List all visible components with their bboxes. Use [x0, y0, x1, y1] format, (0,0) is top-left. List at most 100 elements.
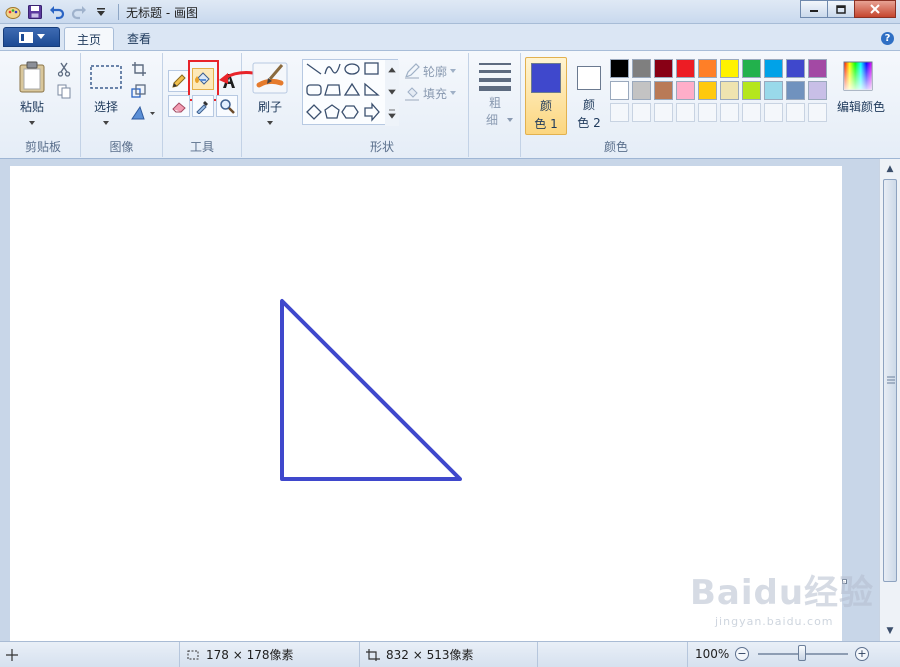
maximize-button[interactable] — [827, 0, 855, 18]
group-tools: 工具 — [163, 53, 254, 157]
palette-swatch[interactable] — [610, 81, 629, 100]
palette-swatch[interactable] — [632, 59, 651, 78]
tab-view[interactable]: 查看 — [115, 27, 163, 50]
edit-colors-button[interactable]: 编辑颜色 — [831, 57, 891, 135]
chevron-down-icon — [507, 118, 513, 122]
pencil-tool[interactable] — [168, 70, 190, 92]
ribbon-home: 粘贴 剪贴板 选择 图像 工具 刷子 轮廓 填充 形状 粗 细 颜 色 1 颜 … — [0, 50, 900, 159]
resize-icon[interactable] — [129, 81, 149, 101]
palette-custom-slot[interactable] — [742, 103, 761, 122]
ribbon-tabs: 主页 查看 ? — [0, 24, 900, 50]
window-controls — [800, 0, 896, 18]
rotate-icon[interactable] — [129, 103, 157, 123]
palette-swatch[interactable] — [808, 81, 827, 100]
select-button[interactable]: 选择 — [85, 55, 127, 133]
palette-custom-slot[interactable] — [764, 103, 783, 122]
palette-custom-slot[interactable] — [632, 103, 651, 122]
paint-app-icon[interactable] — [4, 3, 22, 21]
customize-toolbar-icon[interactable] — [92, 3, 110, 21]
chevron-down-icon — [36, 34, 45, 39]
help-button[interactable]: ? — [881, 32, 894, 45]
chevron-down-icon — [103, 121, 109, 125]
vertical-scrollbar[interactable]: ▲ ▼ — [879, 159, 900, 641]
save-icon[interactable] — [26, 3, 44, 21]
brushes-label: 刷子 — [257, 100, 282, 114]
palette-custom-slot[interactable] — [610, 103, 629, 122]
magnifier-icon — [220, 99, 235, 114]
clipboard-icon — [19, 61, 45, 93]
group-label-colors: 颜色 — [603, 140, 628, 154]
palette-custom-slot[interactable] — [698, 103, 717, 122]
shapes-gallery[interactable] — [302, 59, 399, 126]
zoom-level: 100% — [695, 647, 730, 661]
palette-swatch[interactable] — [676, 59, 695, 78]
group-label-image: 图像 — [109, 140, 134, 154]
brushes-button[interactable]: 刷子 — [248, 55, 292, 133]
paint-menu-button[interactable] — [3, 27, 60, 47]
palette-swatch[interactable] — [654, 59, 673, 78]
cut-icon[interactable] — [54, 59, 74, 79]
menu-icon — [18, 31, 33, 43]
color1-label-top: 颜 — [539, 99, 552, 113]
palette-swatch[interactable] — [764, 59, 783, 78]
palette-swatch[interactable] — [786, 59, 805, 78]
palette-swatch[interactable] — [742, 59, 761, 78]
color2-label-top: 颜 — [582, 98, 595, 112]
palette-swatch[interactable] — [720, 81, 739, 100]
cursor-position-segment — [0, 642, 180, 667]
palette-custom-slot[interactable] — [808, 103, 827, 122]
title-bar: 无标题 - 画图 — [0, 0, 900, 24]
outline-button[interactable]: 轮廓 — [404, 61, 464, 81]
chevron-down-icon — [450, 69, 457, 73]
eraser-tool[interactable] — [168, 95, 190, 117]
palette-swatch[interactable] — [764, 81, 783, 100]
close-button[interactable] — [854, 0, 896, 18]
color-palette — [610, 59, 832, 125]
palette-swatch[interactable] — [720, 59, 739, 78]
palette-swatch[interactable] — [632, 81, 651, 100]
fill-shape-button[interactable]: 填充 — [404, 83, 464, 103]
color2-swatch — [577, 66, 601, 90]
zoom-in-button[interactable]: + — [855, 647, 869, 661]
paste-button[interactable]: 粘贴 — [8, 55, 56, 133]
scroll-down-icon[interactable]: ▼ — [883, 624, 897, 638]
magnifier-tool[interactable] — [216, 95, 238, 117]
shapes-gallery-icons — [306, 60, 399, 126]
color2-button[interactable]: 颜 色 2 — [569, 57, 609, 135]
minimize-button[interactable] — [800, 0, 828, 18]
palette-swatch[interactable] — [654, 81, 673, 100]
empty-segment — [538, 642, 688, 667]
scrollbar-thumb[interactable] — [883, 179, 897, 582]
group-colors: 颜 色 1 颜 色 2 编辑颜色 颜色 — [521, 53, 891, 157]
palette-custom-slot[interactable] — [676, 103, 695, 122]
tab-home[interactable]: 主页 — [64, 27, 115, 50]
palette-swatch[interactable] — [742, 81, 761, 100]
eraser-icon — [172, 102, 186, 113]
fill-bucket-icon — [405, 87, 419, 101]
zoom-slider-thumb[interactable] — [798, 645, 806, 661]
undo-icon[interactable] — [48, 3, 66, 21]
crop-icon[interactable] — [129, 59, 149, 79]
palette-custom-slot[interactable] — [720, 103, 739, 122]
palette-swatch[interactable] — [676, 81, 695, 100]
palette-custom-slot[interactable] — [786, 103, 805, 122]
color1-button[interactable]: 颜 色 1 — [525, 57, 567, 135]
size-button[interactable]: 粗 细 — [475, 59, 515, 131]
image-size-segment: 832 × 513像素 — [360, 642, 538, 667]
scroll-up-icon[interactable]: ▲ — [883, 162, 897, 176]
image-size: 832 × 513像素 — [386, 648, 474, 662]
quick-access-toolbar — [4, 3, 110, 21]
palette-swatch[interactable] — [698, 59, 717, 78]
size-label-top: 粗 — [488, 96, 501, 110]
color2-label-bottom: 色 2 — [577, 116, 601, 130]
zoom-out-button[interactable]: − — [735, 647, 749, 661]
palette-swatch[interactable] — [786, 81, 805, 100]
color-picker-tool[interactable] — [192, 95, 214, 117]
group-image: 选择 图像 — [81, 53, 163, 157]
palette-swatch[interactable] — [808, 59, 827, 78]
redo-icon[interactable] — [70, 3, 88, 21]
palette-swatch[interactable] — [610, 59, 629, 78]
palette-custom-slot[interactable] — [654, 103, 673, 122]
palette-swatch[interactable] — [698, 81, 717, 100]
copy-icon[interactable] — [54, 81, 74, 101]
